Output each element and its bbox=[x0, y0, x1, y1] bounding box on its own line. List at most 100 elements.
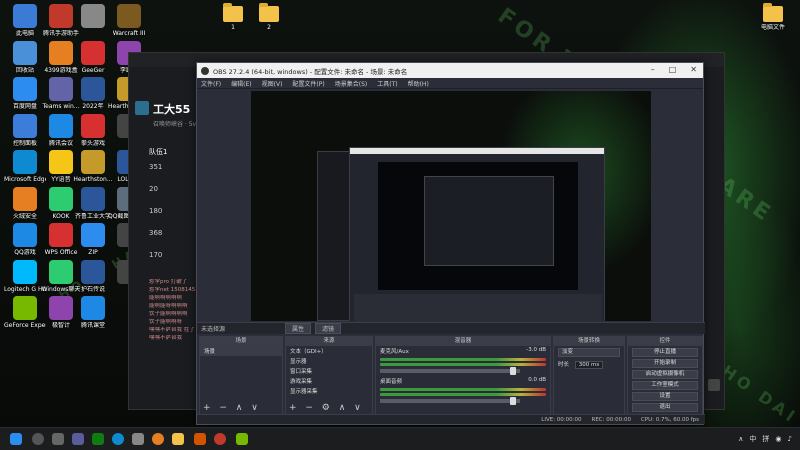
app-icon bbox=[13, 77, 37, 101]
transitions-header: 场景转换 bbox=[554, 337, 624, 346]
desktop-icon[interactable]: 腾讯课堂 bbox=[72, 296, 114, 329]
exit-button[interactable]: 退出 bbox=[632, 403, 698, 412]
volume-slider-thumb[interactable] bbox=[510, 367, 516, 375]
start-recording-button[interactable]: 开始录制 bbox=[632, 359, 698, 368]
live-timer: LIVE: 00:00:00 bbox=[541, 416, 582, 423]
obs-taskbar-icon[interactable] bbox=[214, 433, 226, 445]
maximize-icon[interactable]: □ bbox=[669, 65, 677, 74]
studio-mode-button[interactable]: 工作室模式 bbox=[632, 381, 698, 390]
scene-strip: 未选择源 属性 滤镜 bbox=[197, 322, 705, 334]
ime-mode[interactable]: 拼 bbox=[762, 434, 769, 444]
folder-label: 2 bbox=[267, 24, 271, 31]
chrome-icon[interactable] bbox=[152, 433, 164, 445]
close-icon[interactable]: ✕ bbox=[690, 65, 697, 74]
app-icon bbox=[49, 186, 73, 211]
lobby-subtitle: 召唤师峡谷 · 5v5 bbox=[153, 121, 200, 128]
source-item[interactable]: 文本（GDI+） bbox=[286, 346, 372, 356]
mixer-channel-name: 桌面音频 bbox=[380, 379, 403, 385]
volume-meter bbox=[380, 363, 546, 366]
menu-profile[interactable]: 配置文件(P) bbox=[292, 79, 324, 88]
mixer-channel: 麦克风/Aux -3.0 dB bbox=[376, 346, 550, 356]
volume-slider[interactable] bbox=[380, 397, 520, 405]
menu-view[interactable]: 视图(V) bbox=[262, 79, 283, 88]
edge-icon[interactable] bbox=[112, 433, 124, 445]
stop-streaming-button[interactable]: 停止直播 bbox=[632, 348, 698, 357]
controls-header: 控件 bbox=[628, 337, 702, 346]
mixer-channel-name: 麦克风/Aux bbox=[380, 349, 409, 355]
app-icon bbox=[81, 40, 105, 65]
obs-title: OBS 27.2.4 (64-bit, windows) - 配置文件: 未命名… bbox=[213, 67, 408, 76]
desktop-folder[interactable]: 电脑文件 bbox=[752, 2, 794, 31]
filters-button[interactable]: 滤镜 bbox=[315, 323, 342, 334]
source-dock-controls[interactable]: + − ⚙ ∧ ∨ bbox=[289, 403, 364, 413]
preview-nested-obs bbox=[349, 147, 605, 321]
cpu-status: CPU: 0.7%, 60.00 fps bbox=[640, 416, 699, 423]
volume-slider-thumb[interactable] bbox=[510, 397, 516, 405]
app-icon bbox=[49, 259, 73, 284]
tray-chevron-icon[interactable]: ∧ bbox=[738, 435, 743, 443]
volume-slider[interactable] bbox=[380, 367, 520, 375]
source-item[interactable]: 窗口采集 bbox=[286, 366, 372, 376]
taskbar-app-icon[interactable] bbox=[236, 433, 248, 445]
app-icon bbox=[49, 77, 73, 101]
app-icon bbox=[13, 113, 37, 138]
app-icon bbox=[81, 259, 105, 284]
settings-button[interactable]: 设置 bbox=[632, 392, 698, 401]
no-source-label: 未选择源 bbox=[201, 326, 226, 333]
desktop-icon-label: ZIP bbox=[88, 249, 98, 256]
obs-preview[interactable] bbox=[251, 91, 651, 321]
nested-preview-inner bbox=[424, 176, 554, 266]
obs-titlebar[interactable]: OBS 27.2.4 (64-bit, windows) - 配置文件: 未命名… bbox=[197, 63, 703, 78]
settings-gear-icon[interactable] bbox=[708, 379, 720, 391]
widgets-icon[interactable] bbox=[72, 433, 84, 445]
app-icon bbox=[49, 40, 73, 65]
volume-icon[interactable]: ♪ bbox=[788, 435, 792, 443]
input-method[interactable]: 中 bbox=[749, 434, 756, 444]
virtual-camera-button[interactable]: 启动虚拟摄像机 bbox=[632, 370, 698, 379]
app-icon bbox=[81, 223, 105, 247]
duration-label: 时长 bbox=[558, 362, 570, 368]
scene-item[interactable]: 场景 bbox=[200, 346, 282, 356]
app-icon bbox=[49, 150, 73, 174]
search-icon[interactable] bbox=[32, 433, 44, 445]
app-icon bbox=[49, 113, 73, 138]
file-explorer-icon[interactable] bbox=[172, 433, 184, 445]
scene-dock-controls[interactable]: + − ∧ ∨ bbox=[203, 403, 261, 413]
app-icon bbox=[49, 4, 73, 28]
menu-tools[interactable]: 工具(T) bbox=[377, 79, 397, 88]
transition-select[interactable]: 淡变 bbox=[558, 348, 620, 357]
rec-timer: REC: 00:00:00 bbox=[591, 416, 631, 423]
properties-button[interactable]: 属性 bbox=[285, 323, 312, 334]
folder-icon bbox=[223, 3, 243, 22]
menu-edit[interactable]: 编辑(E) bbox=[231, 79, 251, 88]
desktop-folder[interactable]: 2 bbox=[248, 2, 290, 31]
taskbar-app-icon[interactable] bbox=[194, 433, 206, 445]
menu-help[interactable]: 帮助(H) bbox=[408, 79, 429, 88]
controls-dock: 控件 停止直播 开始录制 启动虚拟摄像机 工作室模式 设置 退出 bbox=[627, 336, 703, 416]
menu-scene-collection[interactable]: 场景集合(S) bbox=[335, 79, 368, 88]
menu-file[interactable]: 文件(F) bbox=[201, 79, 221, 88]
app-icon bbox=[81, 296, 105, 320]
duration-input[interactable]: 300 ms bbox=[574, 361, 604, 369]
source-item[interactable]: 游戏采集 bbox=[286, 376, 372, 386]
app-logo-icon bbox=[135, 101, 149, 115]
taskbar: ∧ 中 拼 ◉ ♪ bbox=[0, 427, 800, 450]
start-icon[interactable] bbox=[10, 433, 22, 445]
desktop-icon[interactable]: Warcraft III bbox=[108, 4, 150, 37]
xbox-icon[interactable] bbox=[92, 433, 104, 445]
desktop: FOR THE WARE NHO DAI HOSE HAND 此电脑腾讯手游助手… bbox=[0, 0, 800, 450]
sources-header: 来源 bbox=[286, 337, 372, 346]
taskbar-app-icon[interactable] bbox=[132, 433, 144, 445]
app-icon bbox=[81, 150, 105, 174]
app-icon bbox=[117, 4, 141, 28]
minimize-icon[interactable]: – bbox=[651, 65, 655, 74]
obs-window[interactable]: OBS 27.2.4 (64-bit, windows) - 配置文件: 未命名… bbox=[196, 62, 705, 425]
network-icon[interactable]: ◉ bbox=[775, 435, 781, 443]
source-item[interactable]: 显示器 bbox=[286, 356, 372, 366]
task-view-icon[interactable] bbox=[52, 433, 64, 445]
source-item[interactable]: 显示器采集 bbox=[286, 386, 372, 396]
lobby-title: 工大55 bbox=[153, 103, 191, 116]
app-icon bbox=[81, 77, 105, 101]
transition-duration-row: 时长 300 ms bbox=[554, 359, 624, 369]
folder-icon bbox=[763, 3, 783, 22]
